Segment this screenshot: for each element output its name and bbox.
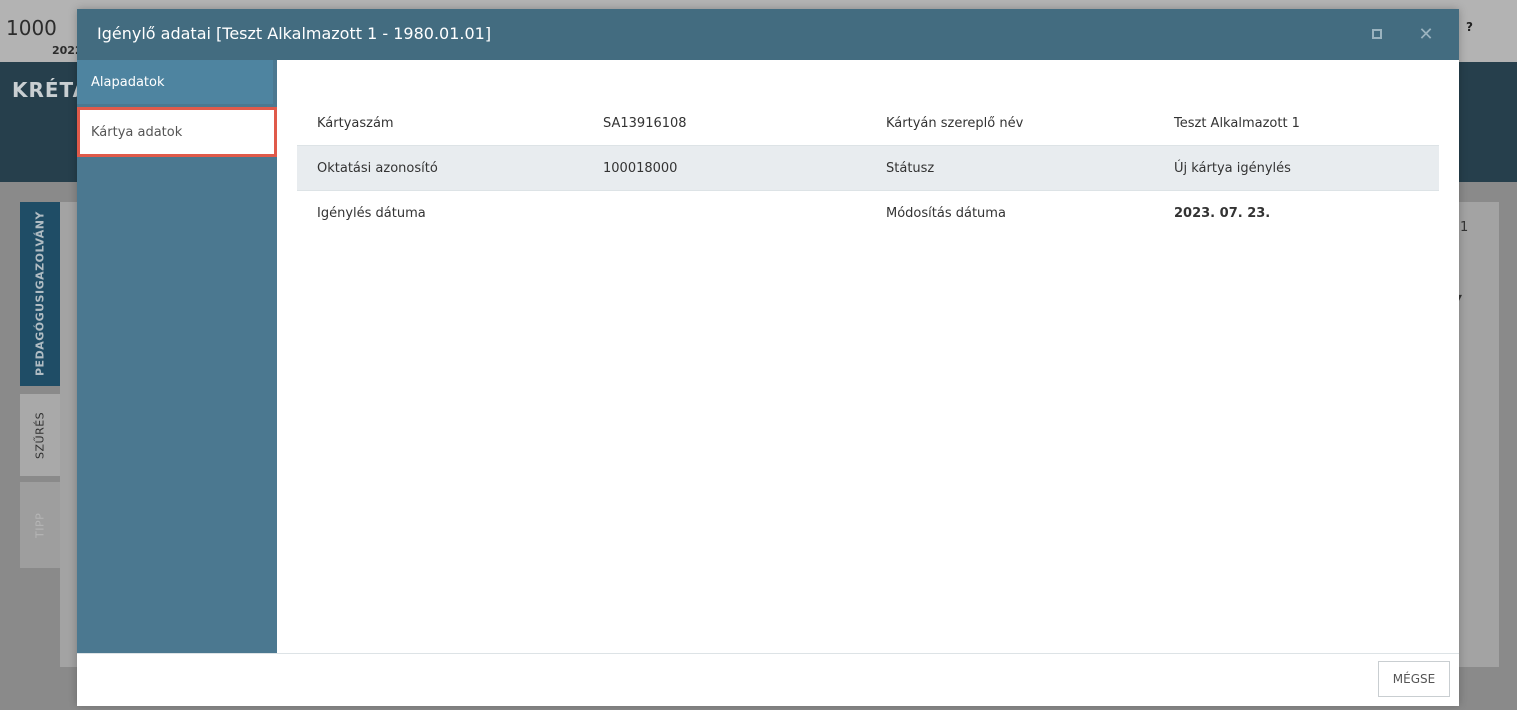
details-table: Kártyaszám SA13916108 Kártyán szereplő n… (297, 101, 1439, 235)
cancel-button[interactable]: MÉGSE (1378, 661, 1450, 697)
label-oktatasi-azonosito: Oktatási azonosító (317, 160, 438, 176)
modal-footer: MÉGSE (77, 653, 1459, 706)
value-oktatasi-azonosito: 100018000 (603, 160, 678, 176)
maximize-icon[interactable] (1366, 23, 1388, 45)
label-kartyaszam: Kártyaszám (317, 115, 394, 131)
value-modositas-datuma: 2023. 07. 23. (1174, 205, 1271, 221)
label-igenyles-datuma: Igénylés dátuma (317, 205, 426, 221)
help-icon[interactable]: ? (1466, 20, 1473, 34)
label-statusz: Státusz (886, 160, 935, 176)
applicant-details-modal: Igénylő adatai [Teszt Alkalmazott 1 - 19… (77, 9, 1459, 706)
close-icon[interactable]: ✕ (1415, 23, 1437, 45)
modal-title: Igénylő adatai [Teszt Alkalmazott 1 - 19… (97, 24, 492, 43)
app-right-fragment: 1 (1460, 220, 1469, 235)
sidebar-item-alapadatok[interactable]: Alapadatok (77, 60, 273, 104)
table-row: Kártyaszám SA13916108 Kártyán szereplő n… (297, 101, 1439, 146)
label-modositas-datuma: Módosítás dátuma (886, 205, 1006, 221)
value-kartyan-szereplo-nev: Teszt Alkalmazott 1 (1174, 115, 1300, 131)
sidebar-item-kartya-adatok[interactable]: Kártya adatok (77, 107, 277, 157)
modal-content: Kártyaszám SA13916108 Kártyán szereplő n… (277, 60, 1459, 653)
value-statusz: Új kártya igénylés (1174, 160, 1291, 176)
modal-sidebar: Alapadatok Kártya adatok (77, 60, 277, 653)
modal-header: Igénylő adatai [Teszt Alkalmazott 1 - 19… (77, 9, 1459, 60)
table-row: Oktatási azonosító 100018000 Státusz Új … (297, 146, 1439, 191)
tab-tipp[interactable]: TIPP (20, 482, 60, 568)
label-kartyan-szereplo-nev: Kártyán szereplő név (886, 115, 1024, 131)
tab-pedagogusigazolvany[interactable]: PEDAGÓGUSIGAZOLVÁNY (20, 202, 60, 386)
value-kartyaszam: SA13916108 (603, 115, 687, 131)
table-row: Igénylés dátuma Módosítás dátuma 2023. 0… (297, 191, 1439, 235)
tab-szures[interactable]: SZŰRÉS (20, 394, 60, 476)
app-number: 1000 (6, 16, 57, 40)
